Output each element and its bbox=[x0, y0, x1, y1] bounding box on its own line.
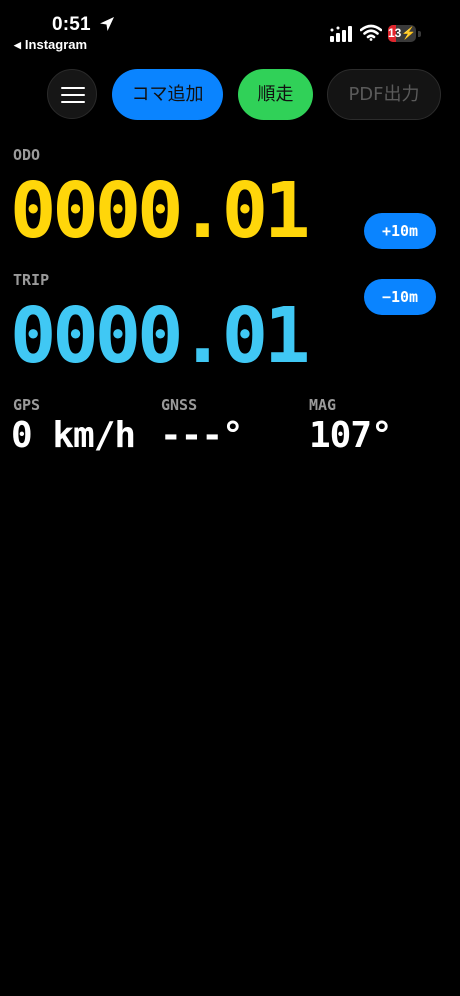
battery-indicator: 13⚡ bbox=[388, 25, 416, 42]
status-bar: 0:51 ◀ Instagram 13⚡ bbox=[0, 0, 460, 56]
odo-value: 0000.01 bbox=[10, 167, 311, 256]
gnss-heading-value: ---° bbox=[160, 415, 244, 456]
pdf-export-button[interactable]: PDF出力 bbox=[327, 69, 441, 120]
add-frame-button[interactable]: コマ追加 bbox=[112, 69, 223, 120]
cellular-signal-icon bbox=[330, 26, 352, 42]
trip-value: 0000.01 bbox=[10, 292, 311, 381]
battery-level: 13 bbox=[388, 26, 402, 40]
battery-charging-icon: ⚡ bbox=[401, 26, 416, 40]
sequential-button[interactable]: 順走 bbox=[238, 69, 313, 120]
menu-button[interactable] bbox=[47, 69, 97, 119]
mag-label: MAG bbox=[309, 396, 337, 414]
back-to-app-link[interactable]: ◀ Instagram bbox=[14, 37, 87, 52]
plus-10m-button[interactable]: +10m bbox=[364, 213, 436, 249]
trip-label: TRIP bbox=[13, 271, 50, 289]
minus-10m-button[interactable]: −10m bbox=[364, 279, 436, 315]
location-arrow-icon bbox=[100, 17, 114, 31]
gps-label: GPS bbox=[13, 396, 41, 414]
gnss-label: GNSS bbox=[161, 396, 198, 414]
gps-speed-value: 0 km/h bbox=[11, 415, 136, 456]
back-app-label: Instagram bbox=[24, 37, 88, 52]
battery-nub bbox=[418, 31, 421, 37]
wifi-icon bbox=[360, 24, 382, 41]
back-triangle-icon: ◀ bbox=[14, 40, 21, 50]
mag-heading-value: 107° bbox=[309, 415, 393, 456]
status-time: 0:51 bbox=[52, 14, 91, 35]
odo-label: ODO bbox=[13, 146, 41, 164]
